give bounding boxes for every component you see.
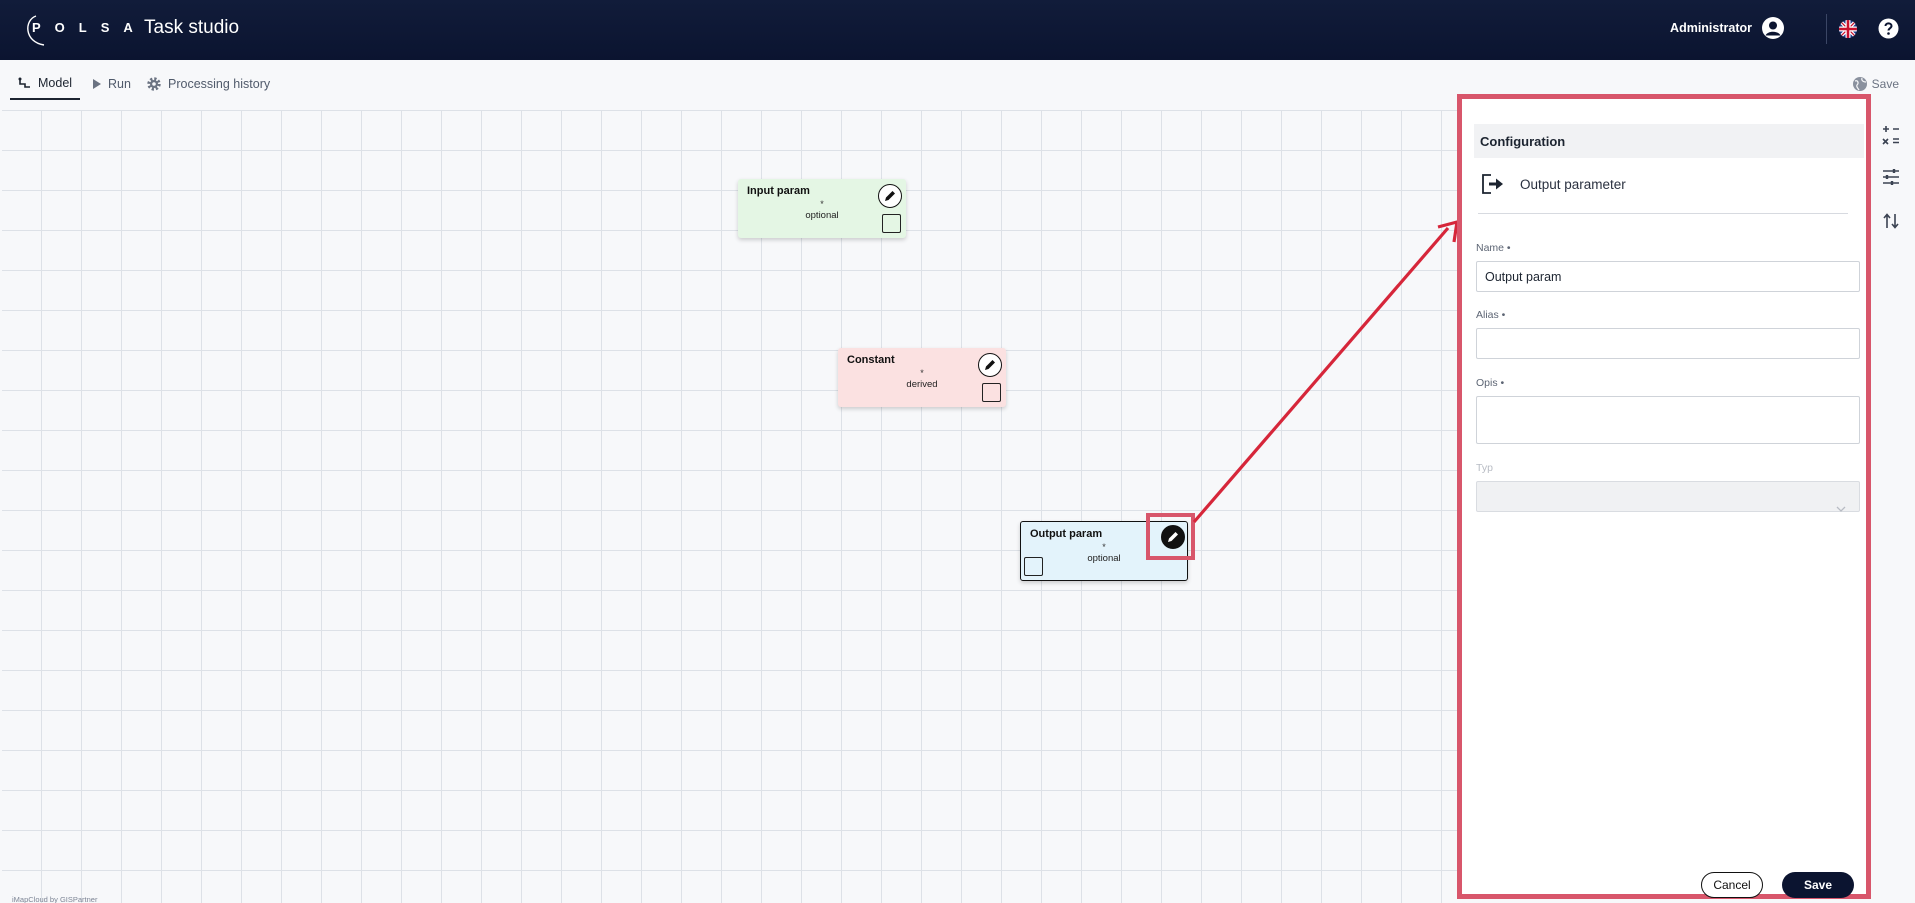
sort-arrows-icon[interactable] xyxy=(1880,210,1902,232)
cancel-button[interactable]: Cancel xyxy=(1701,872,1763,898)
play-icon xyxy=(93,79,101,89)
output-icon xyxy=(1482,174,1503,194)
panel-divider xyxy=(1478,213,1848,214)
node-output-port[interactable] xyxy=(882,214,901,233)
tab-model[interactable]: Model xyxy=(10,68,81,100)
node-input-port[interactable] xyxy=(1024,557,1043,576)
sliders-icon[interactable] xyxy=(1880,166,1902,188)
app-header: POLSA Task studio Administrator xyxy=(0,0,1915,60)
pencil-icon xyxy=(885,191,895,201)
tab-processing-history[interactable]: Processing history xyxy=(146,68,270,100)
node-subtitle: optional xyxy=(805,210,839,221)
polsa-logo[interactable]: POLSA xyxy=(22,10,133,48)
calculator-icon[interactable] xyxy=(1880,124,1902,146)
tab-run[interactable]: Run xyxy=(92,68,131,100)
node-constant[interactable]: Constant * derived xyxy=(838,348,1006,407)
node-edit-button[interactable] xyxy=(978,353,1002,377)
edit-button-highlight xyxy=(1146,513,1195,560)
chevron-down-icon xyxy=(1836,506,1846,512)
typ-select[interactable] xyxy=(1476,481,1860,512)
user-name[interactable]: Administrator xyxy=(1670,21,1752,35)
opis-field[interactable] xyxy=(1476,396,1860,444)
node-title: Constant xyxy=(847,354,895,366)
panel-type-row: Output parameter xyxy=(1480,172,1626,196)
name-label: Name • xyxy=(1476,242,1511,254)
opis-label: Opis • xyxy=(1476,377,1505,389)
tab-run-label: Run xyxy=(108,77,131,91)
panel-header: Configuration xyxy=(1474,124,1864,158)
node-output-port[interactable] xyxy=(982,383,1001,402)
pencil-icon xyxy=(985,360,995,370)
alias-field[interactable] xyxy=(1476,328,1860,359)
configuration-panel: Configuration Output parameter Name • Al… xyxy=(1457,94,1871,899)
name-field[interactable] xyxy=(1476,261,1860,292)
node-subtitle: derived xyxy=(906,379,938,390)
toolbar-save-label: Save xyxy=(1871,77,1899,91)
header-divider xyxy=(1826,14,1827,44)
node-input-param[interactable]: Input param * optional xyxy=(738,179,906,238)
node-title: Output param xyxy=(1030,528,1103,540)
tab-processing-history-label: Processing history xyxy=(168,77,271,91)
globe-icon xyxy=(1852,77,1867,91)
typ-label: Typ xyxy=(1476,462,1493,474)
footer-credit: iMapCloud by GISPartner xyxy=(12,895,98,903)
flow-icon xyxy=(18,77,30,88)
node-title: Input param xyxy=(747,185,810,197)
node-edit-button[interactable] xyxy=(878,184,902,208)
panel-type-label: Output parameter xyxy=(1520,176,1626,192)
help-icon[interactable] xyxy=(1878,18,1899,39)
model-canvas[interactable] xyxy=(2,110,1457,903)
save-button[interactable]: Save xyxy=(1782,872,1854,898)
alias-label: Alias • xyxy=(1476,309,1506,321)
logo-text: POLSA xyxy=(32,20,147,35)
tab-model-label: Model xyxy=(38,76,73,90)
gear-icon xyxy=(147,77,161,91)
app-title: Task studio xyxy=(144,17,240,38)
account-circle-icon[interactable] xyxy=(1761,16,1785,40)
uk-flag-icon[interactable] xyxy=(1839,20,1857,38)
